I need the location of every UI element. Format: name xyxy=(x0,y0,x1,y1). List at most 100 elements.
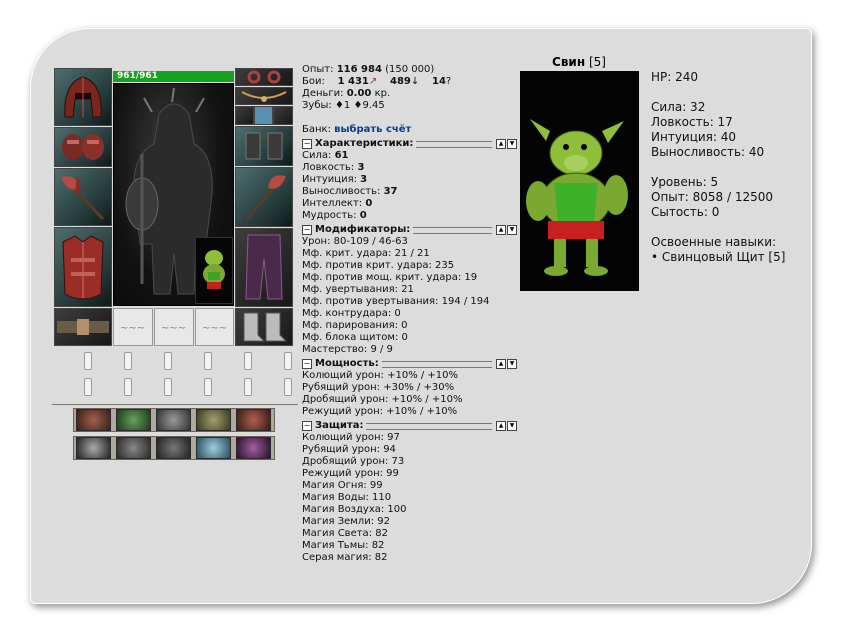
pet-skills-title: Освоенные навыки: xyxy=(651,235,777,249)
stat-row: Колющий урон: +10% / +10% xyxy=(302,370,459,381)
scroll-icon[interactable]: ~~~ xyxy=(154,308,194,346)
modifiers-list: Урон: 80-109 / 46-63 Мф. крит. удара: 21 … xyxy=(302,236,517,356)
arrow-down-icon[interactable]: ▼ xyxy=(507,225,517,235)
pet-strength: Сила: 32 xyxy=(651,100,706,114)
amulet-icon[interactable] xyxy=(235,87,293,105)
win-icon: ↗ xyxy=(368,76,378,87)
arrow-down-icon[interactable]: ▼ xyxy=(507,139,517,149)
skill-slot[interactable] xyxy=(156,409,191,431)
pet-level-line: Уровень: 5 xyxy=(651,175,719,189)
arrow-down-icon[interactable]: ▼ xyxy=(507,359,517,369)
pocket-slot[interactable] xyxy=(164,352,172,370)
skill-slot[interactable] xyxy=(156,437,191,459)
belt-icon[interactable] xyxy=(54,308,112,346)
arrow-up-icon[interactable]: ▲ xyxy=(496,225,506,235)
boots-icon[interactable] xyxy=(235,308,293,346)
leggings-icon[interactable] xyxy=(235,228,293,307)
section-title: Характеристики: xyxy=(315,138,414,149)
stat-row: Мф. крит. удара: 21 / 21 xyxy=(302,248,430,259)
skill-slot[interactable] xyxy=(116,409,151,431)
pocket-slot[interactable] xyxy=(84,378,92,396)
axe-icon[interactable] xyxy=(235,167,293,227)
collapse-icon[interactable]: − xyxy=(302,139,312,149)
section-rule xyxy=(413,226,492,234)
gloves-icon[interactable] xyxy=(54,127,112,167)
money-unit: кр. xyxy=(374,88,391,99)
elixir-icon[interactable] xyxy=(254,106,273,125)
pocket-slot[interactable] xyxy=(204,352,212,370)
pocket-slot[interactable] xyxy=(164,378,172,396)
stat-row: Мф. против мощ. крит. удара: 19 xyxy=(302,272,478,283)
gauntlets-icon[interactable] xyxy=(235,126,293,166)
pocket-slot[interactable] xyxy=(244,352,252,370)
collapse-icon[interactable]: − xyxy=(302,421,312,431)
stat-row: Мудрость: 0 xyxy=(302,210,517,222)
pocket-slot[interactable] xyxy=(124,352,132,370)
stat-row: Мф. против увертывания: 194 / 194 xyxy=(302,296,490,307)
collapse-icon[interactable]: − xyxy=(302,225,312,235)
skill-slot[interactable] xyxy=(76,409,111,431)
stat-label: Выносливость: xyxy=(302,186,381,197)
pet-skill[interactable]: • Свинцовый Щит [5] xyxy=(651,250,785,265)
arrow-up-icon[interactable]: ▲ xyxy=(496,139,506,149)
loss-icon: ↓ xyxy=(410,76,420,87)
money-label: Деньги: xyxy=(302,88,344,99)
skill-slot[interactable] xyxy=(196,409,231,431)
battles-losses: 489 xyxy=(390,76,411,87)
elixir-icon[interactable] xyxy=(273,106,293,125)
teeth-b: 9.45 xyxy=(362,100,385,111)
exp-next: (150 000) xyxy=(385,64,435,75)
arrow-down-icon[interactable]: ▼ xyxy=(507,421,517,431)
bank-select-link[interactable]: выбрать счёт xyxy=(334,124,411,135)
pocket-slot[interactable] xyxy=(124,378,132,396)
skill-slot[interactable] xyxy=(116,437,151,459)
skill-slot[interactable] xyxy=(76,437,111,459)
exp-value: 116 984 xyxy=(336,64,382,75)
stat-row: Магия Тьмы: 82 xyxy=(302,540,385,551)
pet-endurance: Выносливость: 40 xyxy=(651,145,765,159)
teeth-row: Зубы: ♦1 ♦9.45 xyxy=(302,100,517,112)
pet-exp: Опыт: 8058 / 12500 xyxy=(651,190,773,204)
pet-thumbnail[interactable] xyxy=(195,237,233,304)
battles-draws: 14 xyxy=(432,76,446,87)
stat-row: Мастерство: 9 / 9 xyxy=(302,344,393,355)
skill-slot[interactable] xyxy=(196,437,231,459)
stat-label: Интеллект: xyxy=(302,198,363,209)
elixir-icon[interactable] xyxy=(235,106,254,125)
stat-value: 3 xyxy=(360,174,368,185)
arrow-up-icon[interactable]: ▲ xyxy=(496,359,506,369)
section-power-header[interactable]: − Мощность: ▲ ▼ xyxy=(302,358,517,370)
characteristics-list: Сила: 61 Ловкость: 3 Интуиция: 3 Выносливос… xyxy=(302,150,517,222)
skill-slot[interactable] xyxy=(236,437,271,459)
scroll-icon[interactable]: ~~~ xyxy=(195,308,234,346)
ring-icon[interactable] xyxy=(235,68,293,86)
stat-row: Магия Огня: 99 xyxy=(302,480,383,491)
skill-slot[interactable] xyxy=(236,409,271,431)
axe-icon[interactable] xyxy=(54,168,112,226)
arrow-up-icon[interactable]: ▲ xyxy=(496,421,506,431)
draw-icon: ? xyxy=(445,76,452,87)
stat-row: Режущий урон: +10% / +10% xyxy=(302,406,458,417)
section-modifiers-header[interactable]: − Модификаторы: ▲ ▼ xyxy=(302,224,517,236)
helmet-icon[interactable] xyxy=(54,68,112,126)
bank-row: Банк: выбрать счёт xyxy=(302,124,517,136)
pet-agility: Ловкость: 17 xyxy=(651,115,733,129)
scroll-icon[interactable]: ~~~ xyxy=(113,308,153,346)
pocket-slot[interactable] xyxy=(84,352,92,370)
breastplate-icon[interactable] xyxy=(54,227,112,307)
pocket-slot[interactable] xyxy=(244,378,252,396)
pocket-slot[interactable] xyxy=(284,352,292,370)
section-characteristics-header[interactable]: − Характеристики: ▲ ▼ xyxy=(302,138,517,150)
collapse-icon[interactable]: − xyxy=(302,359,312,369)
stats-panel: Опыт: 116 984 (150 000) Бои: 1 431↗ 489↓… xyxy=(302,64,517,564)
pet-name: Свин xyxy=(552,55,586,69)
stat-row: Интеллект: 0 xyxy=(302,198,517,210)
exp-row: Опыт: 116 984 (150 000) xyxy=(302,64,517,76)
pocket-slot[interactable] xyxy=(284,378,292,396)
exp-label: Опыт: xyxy=(302,64,334,75)
defense-list: Колющий урон: 97 Рубящий урон: 94 Дробящий… xyxy=(302,432,517,564)
section-defense-header[interactable]: − Защита: ▲ ▼ xyxy=(302,420,517,432)
section-title: Мощность: xyxy=(315,358,379,369)
pocket-slot[interactable] xyxy=(204,378,212,396)
battles-label: Бои: xyxy=(302,76,325,87)
